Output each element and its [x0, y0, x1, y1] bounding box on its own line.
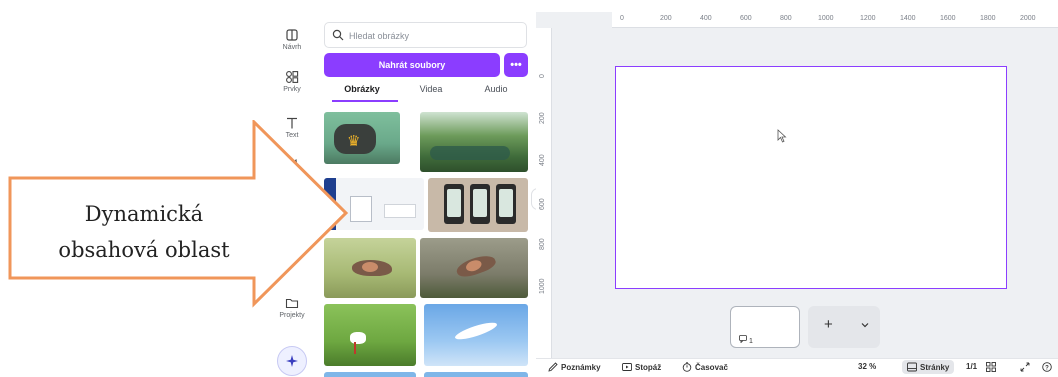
ruler-tick: 600: [740, 15, 752, 22]
sidebar-item-label: Prvky: [283, 86, 301, 93]
image-thumbnail[interactable]: [424, 372, 528, 377]
content-panel: Nahrát soubory ••• Obrázky Videa Audio ♛: [316, 12, 536, 377]
timer-button[interactable]: Časovač: [682, 362, 728, 372]
page-thumbnail[interactable]: 1: [730, 306, 800, 348]
magic-button[interactable]: [277, 346, 307, 376]
image-thumbnail[interactable]: [420, 112, 528, 172]
ruler-tick: 1000: [539, 278, 546, 294]
svg-text:?: ?: [1045, 365, 1049, 371]
upload-files-button[interactable]: Nahrát soubory: [324, 53, 500, 77]
help-button[interactable]: ?: [1042, 362, 1052, 372]
image-thumbnail[interactable]: [428, 178, 528, 232]
chevron-down-icon[interactable]: [860, 320, 870, 330]
folder-icon: [285, 298, 299, 309]
text-icon: [287, 117, 297, 129]
ruler-tick: 400: [700, 15, 712, 22]
ruler-tick: 1800: [980, 15, 996, 22]
duration-button[interactable]: Stopáž: [622, 362, 661, 372]
sidebar-item-brand[interactable]: [268, 156, 316, 172]
expand-icon: [1020, 362, 1030, 372]
design-canvas[interactable]: [615, 66, 1007, 289]
ruler-tick: 400: [539, 154, 546, 166]
sidebar-item-label: Návrh: [282, 44, 302, 51]
sidebar-item-label: Text: [285, 132, 299, 139]
fullscreen-button[interactable]: [1020, 362, 1030, 372]
search-icon: [332, 29, 344, 41]
ruler-vertical: 0 200 400 600 800 1000: [536, 28, 552, 358]
page-number: 1: [739, 335, 753, 345]
sidebar-item-projects[interactable]: Projekty: [268, 296, 316, 319]
ruler-tick: 200: [660, 15, 672, 22]
tab-audio[interactable]: Audio: [468, 84, 524, 94]
image-thumbnail[interactable]: [324, 372, 416, 377]
sidebar-item-design[interactable]: Návrh: [268, 28, 316, 51]
sidebar-item-label: Projekty: [279, 312, 305, 319]
pages-button[interactable]: Stránky: [902, 360, 955, 374]
notes-button[interactable]: Poznámky: [548, 362, 601, 372]
brand-icon: [286, 157, 298, 167]
ruler-tick: 1000: [818, 15, 834, 22]
design-icon: [286, 29, 298, 41]
image-thumbnail[interactable]: ♛: [324, 112, 400, 164]
elements-icon: [286, 71, 299, 83]
sidebar-rail: Návrh Prvky Text Projekty: [268, 12, 316, 377]
sidebar-item-text[interactable]: Text: [268, 116, 316, 139]
timer-icon: [682, 362, 692, 372]
cursor-icon: [777, 129, 787, 143]
ruler-tick: 600: [539, 198, 546, 210]
ruler-tick: 1400: [900, 15, 916, 22]
image-thumbnail[interactable]: [424, 304, 528, 366]
more-options-button[interactable]: •••: [504, 53, 528, 77]
ruler-tick: 0: [620, 15, 624, 22]
comment-icon: [739, 335, 747, 344]
tab-images[interactable]: Obrázky: [332, 84, 392, 94]
page-count: 1/1: [966, 362, 978, 371]
notes-icon: [548, 362, 558, 372]
search-input[interactable]: [349, 27, 519, 44]
media-tabs: Obrázky Videa Audio: [324, 82, 528, 104]
tab-videos[interactable]: Videa: [404, 84, 458, 94]
help-icon: ?: [1042, 362, 1052, 372]
image-thumbnail[interactable]: [420, 238, 528, 298]
image-thumbnail[interactable]: [324, 304, 416, 366]
grid-icon: [986, 362, 996, 372]
play-icon: [622, 363, 632, 371]
ruler-tick: 800: [539, 238, 546, 250]
search-box: [324, 22, 527, 48]
crown-icon: ♛: [347, 133, 361, 150]
pages-icon: [907, 362, 917, 372]
bottom-toolbar: Poznámky Stopáž Časovač 32 % Stránky 1/1…: [536, 358, 1058, 377]
ruler-tick: 2000: [1020, 15, 1036, 22]
zoom-level[interactable]: 32 %: [858, 362, 876, 371]
sparkle-icon: [286, 355, 298, 367]
ruler-horizontal: 0 200 400 600 800 1000 1200 1400 1600 18…: [612, 12, 1058, 28]
add-page-button[interactable]: +: [808, 306, 880, 348]
active-tab-indicator: [332, 100, 398, 102]
ruler-tick: 1200: [860, 15, 876, 22]
annotation-label: Dynamická obsahová oblast: [58, 202, 230, 262]
grid-view-button[interactable]: [986, 362, 996, 372]
sidebar-item-elements[interactable]: Prvky: [268, 70, 316, 93]
image-thumbnail[interactable]: [324, 238, 416, 298]
left-gutter: [0, 0, 268, 377]
ruler-tick: 0: [539, 74, 546, 78]
ruler-tick: 200: [539, 112, 546, 124]
ruler-tick: 800: [780, 15, 792, 22]
image-thumbnail[interactable]: [324, 178, 424, 230]
plus-icon: +: [824, 316, 833, 333]
ruler-tick: 1600: [940, 15, 956, 22]
